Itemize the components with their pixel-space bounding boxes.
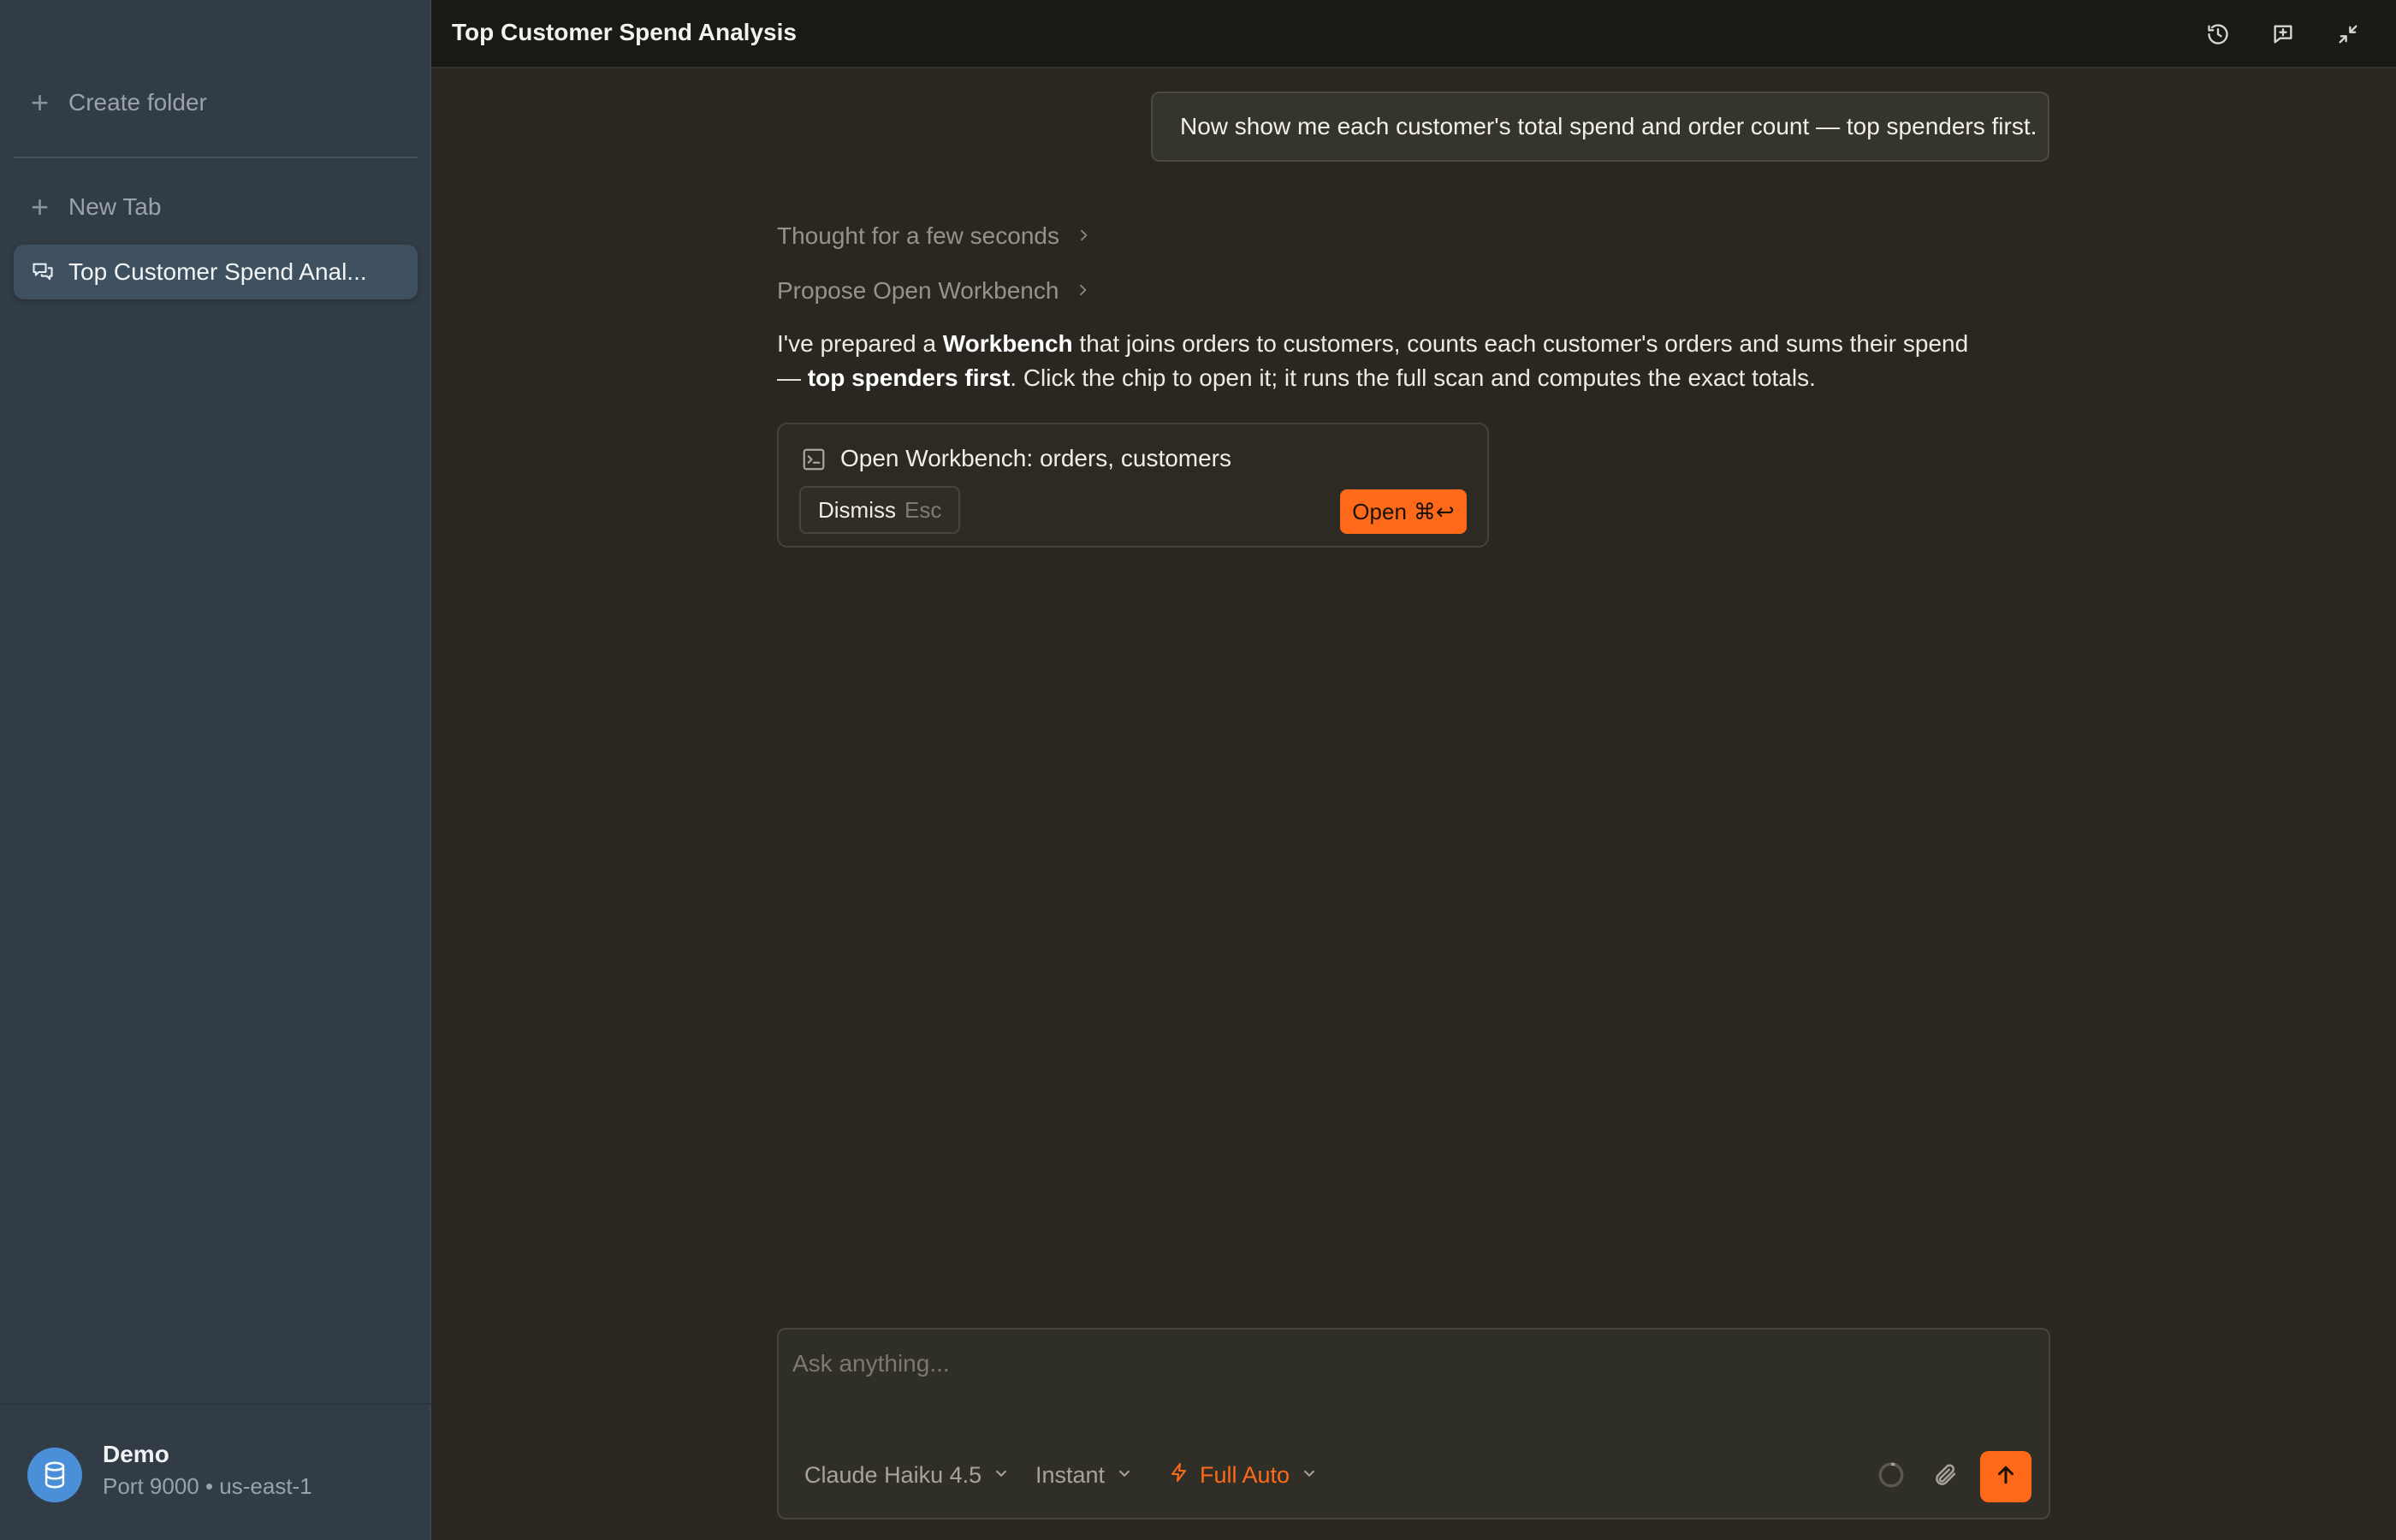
attach-icon[interactable] — [1929, 1458, 1963, 1492]
propose-toggle[interactable]: Propose Open Workbench — [777, 277, 1091, 305]
chevron-down-icon — [1300, 1462, 1319, 1489]
answer-text: I've prepared a — [777, 330, 943, 357]
send-button[interactable] — [1980, 1451, 2031, 1502]
plus-icon: + — [31, 85, 50, 120]
database-meta: Port 9000 • us-east-1 — [103, 1473, 312, 1499]
speed-label: Instant — [1035, 1461, 1106, 1488]
dismiss-button[interactable]: Dismiss Esc — [799, 486, 961, 534]
chevron-right-icon — [1074, 277, 1091, 305]
model-label: Claude Haiku 4.5 — [804, 1461, 982, 1488]
new-chat-icon[interactable] — [2266, 17, 2300, 51]
new-tab-label: New Tab — [68, 193, 162, 220]
speed-select[interactable]: Instant — [1035, 1456, 1134, 1494]
database-icon — [27, 1448, 82, 1502]
database-name: Demo — [103, 1441, 169, 1467]
top-bar: Top Customer Spend Analysis — [431, 0, 2396, 68]
new-tab-button[interactable]: + New Tab — [14, 180, 418, 234]
sidebar-item-label: Top Customer Spend Anal... — [68, 258, 367, 285]
assistant-answer: I've prepared a Workbench that joins ord… — [777, 327, 1992, 395]
dismiss-shortcut: Esc — [904, 496, 942, 523]
sidebar-item-active-chat[interactable]: Top Customer Spend Anal... — [14, 245, 418, 299]
chevron-down-icon — [1115, 1462, 1134, 1489]
collapse-icon[interactable] — [2331, 17, 2365, 51]
dismiss-label: Dismiss — [818, 496, 896, 523]
page-title: Top Customer Spend Analysis — [452, 19, 797, 45]
mode-label: Full Auto — [1200, 1461, 1290, 1488]
sidebar: + Create folder + New Tab Top Customer S… — [0, 0, 431, 1540]
context-usage-icon[interactable] — [1874, 1458, 1908, 1492]
user-message-text: Now show me each customer's total spend … — [1180, 113, 2037, 139]
sidebar-divider — [14, 157, 418, 158]
database-connection[interactable]: Demo Port 9000 • us-east-1 — [0, 1403, 431, 1540]
composer: Claude Haiku 4.5 Instant Full Auto — [777, 1328, 2050, 1519]
terminal-icon — [801, 447, 827, 477]
lightning-icon — [1169, 1462, 1189, 1489]
open-shortcut: ⌘↩ — [1413, 498, 1455, 524]
arrow-up-icon — [1993, 1462, 2019, 1492]
model-select[interactable]: Claude Haiku 4.5 — [804, 1456, 1011, 1494]
chat-input[interactable] — [792, 1347, 2025, 1381]
propose-label: Propose Open Workbench — [777, 277, 1059, 304]
answer-text: . Click the chip to open it; it runs the… — [1010, 364, 1816, 391]
open-label: Open — [1352, 498, 1407, 524]
open-button[interactable]: Open ⌘↩ — [1340, 489, 1467, 534]
thought-toggle[interactable]: Thought for a few seconds — [777, 222, 1092, 250]
answer-bold: top spenders first — [807, 364, 1011, 391]
thought-label: Thought for a few seconds — [777, 222, 1059, 249]
create-folder-label: Create folder — [68, 89, 207, 116]
chat-icon — [31, 260, 68, 284]
workbench-chip[interactable]: Open Workbench: orders, customers Dismis… — [777, 423, 1489, 548]
history-icon[interactable] — [2201, 17, 2235, 51]
user-message: Now show me each customer's total spend … — [1151, 92, 2049, 162]
chip-title: Open Workbench: orders, customers — [840, 445, 1232, 471]
mode-select[interactable]: Full Auto — [1169, 1456, 1319, 1494]
chevron-right-icon — [1075, 222, 1092, 250]
plus-icon: + — [31, 189, 50, 224]
answer-bold: Workbench — [942, 330, 1073, 357]
chevron-down-icon — [992, 1462, 1011, 1489]
create-folder-button[interactable]: + Create folder — [14, 75, 418, 130]
